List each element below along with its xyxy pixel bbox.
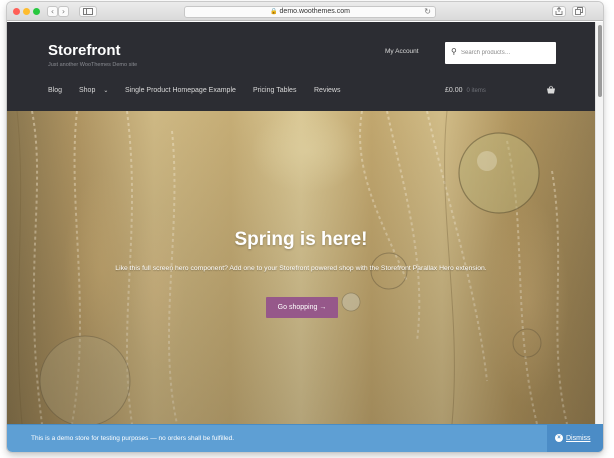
share-glyph-icon	[555, 6, 563, 15]
cart-item-count: 0 items	[466, 88, 486, 94]
my-account-link[interactable]: My Account	[385, 48, 419, 55]
close-window-button[interactable]	[13, 8, 20, 15]
tabs-overview-icon[interactable]	[572, 6, 586, 17]
reload-icon[interactable]: ↻	[424, 7, 431, 17]
nav-item-single-product[interactable]: Single Product Homepage Example	[125, 87, 236, 94]
scrollbar-thumb[interactable]	[598, 25, 602, 97]
site-title[interactable]: Storefront	[48, 42, 121, 59]
store-notice-message: This is a demo store for testing purpose…	[31, 435, 235, 442]
dismiss-notice-button[interactable]: × Dismiss	[547, 425, 603, 452]
minimize-window-button[interactable]	[23, 8, 30, 15]
go-shopping-button[interactable]: Go shopping →	[266, 297, 338, 318]
cart-summary[interactable]: £0.00 0 items	[445, 87, 486, 94]
product-search: ⚲	[445, 42, 556, 64]
nav-item-shop-label: Shop	[79, 87, 96, 94]
page-scrollbar[interactable]	[595, 22, 603, 424]
sidebar-icon	[83, 8, 93, 15]
basket-icon[interactable]	[546, 85, 556, 95]
nav-item-blog[interactable]: Blog	[48, 87, 62, 94]
sidebar-toggle-icon[interactable]	[79, 6, 97, 17]
demo-store-notice: This is a demo store for testing purpose…	[7, 424, 603, 452]
share-icon[interactable]	[552, 6, 566, 17]
hero-section: Spring is here! Like this full screen he…	[7, 111, 595, 424]
chevron-down-icon: ⌄	[103, 88, 109, 94]
address-bar[interactable]: 🔒 demo.woothemes.com ↻	[184, 6, 436, 18]
zoom-window-button[interactable]	[33, 8, 40, 15]
browser-toolbar: ‹ › 🔒 demo.woothemes.com ↻	[7, 2, 603, 21]
dismiss-label: Dismiss	[566, 435, 591, 442]
lock-icon: 🔒	[270, 9, 278, 15]
hero-heading: Spring is here!	[234, 229, 368, 250]
site-tagline: Just another WooThemes Demo site	[48, 62, 138, 68]
nav-item-shop[interactable]: Shop ⌄	[79, 87, 108, 94]
search-icon: ⚲	[451, 47, 457, 56]
site-header: Storefront Just another WooThemes Demo s…	[7, 22, 595, 111]
hero-description: Like this full screen hero component? Ad…	[115, 265, 487, 272]
close-icon: ×	[555, 434, 563, 442]
forward-button[interactable]: ›	[58, 6, 69, 17]
back-button[interactable]: ‹	[47, 6, 58, 17]
cart-amount: £0.00	[445, 87, 463, 94]
tabs-glyph-icon	[575, 7, 583, 15]
browser-window: ‹ › 🔒 demo.woothemes.com ↻ Storefront Jus…	[7, 2, 603, 452]
search-input[interactable]	[461, 46, 551, 60]
nav-item-reviews[interactable]: Reviews	[314, 87, 340, 94]
address-url: demo.woothemes.com	[279, 8, 350, 15]
nav-item-pricing-tables[interactable]: Pricing Tables	[253, 87, 296, 94]
